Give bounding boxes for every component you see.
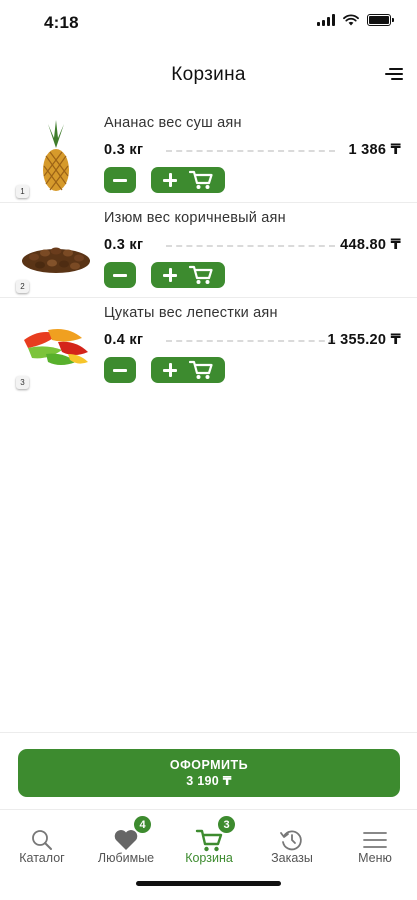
item-price: 1 386 ₸ bbox=[348, 142, 401, 158]
item-name[interactable]: Цукаты вес лепестки аян bbox=[104, 305, 278, 321]
cart-icon bbox=[189, 265, 213, 284]
checkout-button[interactable]: ОФОРМИТЬ 3 190 ₸ bbox=[18, 749, 400, 797]
decrease-button[interactable] bbox=[104, 357, 136, 383]
add-to-cart-button[interactable] bbox=[151, 167, 225, 193]
history-icon bbox=[280, 830, 302, 851]
minus-icon bbox=[113, 273, 127, 277]
dotted-divider bbox=[166, 245, 335, 247]
signal-icon bbox=[317, 14, 335, 26]
plus-icon bbox=[163, 173, 177, 187]
raisins-thumbnail bbox=[22, 247, 90, 273]
cart-list: 1 Ананас вес суш аян 0.3 кг 1 386 ₸ 2 Из… bbox=[0, 108, 417, 393]
tab-orders[interactable]: Заказы bbox=[250, 811, 334, 871]
status-time: 4:18 bbox=[44, 13, 79, 32]
plus-icon bbox=[163, 268, 177, 282]
tab-label: Каталог bbox=[19, 851, 65, 865]
tab-label: Заказы bbox=[271, 851, 313, 865]
tab-label: Любимые bbox=[97, 851, 155, 865]
status-icons bbox=[317, 14, 394, 26]
plus-icon bbox=[163, 363, 177, 377]
checkout-label: ОФОРМИТЬ bbox=[169, 758, 249, 772]
wifi-icon bbox=[343, 14, 359, 26]
item-quantity: 0.3 кг bbox=[104, 237, 144, 253]
pineapple-thumbnail bbox=[43, 120, 69, 191]
cart-item: 2 Изюм вес коричневый аян 0.3 кг 448.80 … bbox=[0, 203, 417, 298]
item-index-badge: 3 bbox=[16, 376, 29, 389]
checkout-total: 3 190 ₸ bbox=[186, 774, 232, 788]
cart-count-badge: 3 bbox=[217, 815, 236, 834]
minus-icon bbox=[113, 178, 127, 182]
status-bar: 4:18 bbox=[0, 0, 417, 44]
cart-icon bbox=[189, 360, 213, 379]
item-index-badge: 1 bbox=[16, 185, 29, 198]
add-to-cart-button[interactable] bbox=[151, 357, 225, 383]
page-title: Корзина bbox=[171, 64, 246, 85]
tab-label: Меню bbox=[358, 851, 392, 865]
sort-button[interactable] bbox=[381, 64, 403, 84]
checkout-area: ОФОРМИТЬ 3 190 ₸ bbox=[0, 732, 417, 810]
dotted-divider bbox=[166, 150, 335, 152]
battery-icon bbox=[367, 14, 394, 26]
decrease-button[interactable] bbox=[104, 262, 136, 288]
tab-menu[interactable]: Меню bbox=[333, 811, 417, 871]
item-price: 448.80 ₸ bbox=[340, 237, 401, 253]
cart-item: 1 Ананас вес суш аян 0.3 кг 1 386 ₸ bbox=[0, 108, 417, 203]
tab-label: Корзина bbox=[185, 851, 233, 865]
decrease-button[interactable] bbox=[104, 167, 136, 193]
item-quantity: 0.4 кг bbox=[104, 332, 144, 348]
home-indicator bbox=[136, 881, 281, 886]
candied-fruit-thumbnail bbox=[24, 329, 88, 365]
cart-icon bbox=[189, 170, 213, 189]
item-name[interactable]: Изюм вес коричневый аян bbox=[104, 210, 286, 226]
menu-icon bbox=[363, 832, 387, 848]
tab-cart[interactable]: 3 Корзина bbox=[167, 811, 251, 871]
item-index-badge: 2 bbox=[16, 280, 29, 293]
favorites-count-badge: 4 bbox=[133, 815, 152, 834]
item-price: 1 355.20 ₸ bbox=[327, 332, 401, 348]
tab-catalog[interactable]: Каталог bbox=[0, 811, 84, 871]
add-to-cart-button[interactable] bbox=[151, 262, 225, 288]
search-icon bbox=[32, 830, 52, 850]
header: Корзина bbox=[0, 52, 417, 96]
minus-icon bbox=[113, 368, 127, 372]
cart-item: 3 Цукаты вес лепестки аян 0.4 кг 1 355.2… bbox=[0, 298, 417, 393]
tab-favorites[interactable]: 4 Любимые bbox=[84, 811, 168, 871]
item-name[interactable]: Ананас вес суш аян bbox=[104, 115, 242, 131]
dotted-divider bbox=[166, 340, 335, 342]
item-quantity: 0.3 кг bbox=[104, 142, 144, 158]
tab-bar: Каталог 4 Любимые 3 Корзина Заказы Меню bbox=[0, 811, 417, 900]
